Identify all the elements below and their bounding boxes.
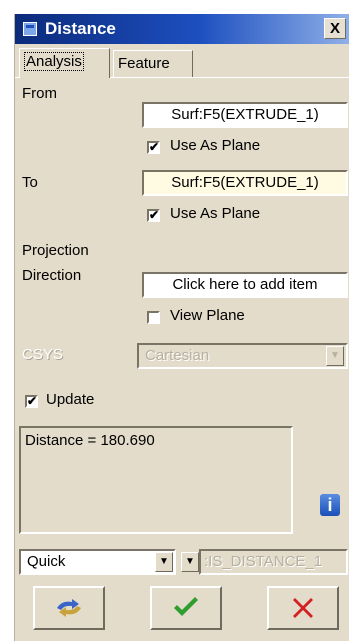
projection-label: Projection [22, 242, 89, 259]
mode-dropdown-button[interactable]: ▼ [155, 552, 173, 572]
to-label: To [22, 174, 38, 191]
view-plane-label: View Plane [170, 307, 245, 324]
mode-select[interactable]: Quick [19, 549, 176, 575]
result-box: Distance = 180.690 [19, 426, 293, 534]
name-dropdown-button[interactable]: ▼ [181, 552, 199, 572]
from-use-as-plane-checkbox[interactable]: ✔ [147, 141, 160, 154]
cancel-button[interactable] [267, 586, 339, 630]
repeat-icon [57, 599, 81, 617]
window-title: Distance [45, 19, 116, 38]
csys-select[interactable]: Cartesian [137, 343, 348, 369]
repeat-button[interactable] [33, 586, 105, 630]
from-reference-field[interactable]: Surf:F5(EXTRUDE_1) [142, 102, 348, 128]
window-icon [23, 22, 37, 36]
tab-analysis-label: Analysis [24, 52, 84, 71]
title-bar[interactable]: Distance X [15, 14, 349, 44]
tab-feature[interactable]: Feature [113, 50, 193, 78]
close-button[interactable]: X [324, 18, 346, 39]
direction-label: Direction [22, 267, 82, 284]
csys-label: CSYS [22, 346, 63, 363]
checkmark-icon [174, 597, 198, 616]
csys-dropdown-button[interactable]: ▼ [326, 346, 344, 366]
tab-analysis[interactable]: Analysis [19, 48, 110, 78]
info-icon[interactable]: i [320, 494, 340, 516]
projection-direction-field[interactable]: Click here to add item [142, 272, 348, 298]
from-use-as-plane-label: Use As Plane [170, 137, 261, 154]
analysis-name-field[interactable]: :IS_DISTANCE_1 [199, 549, 348, 575]
from-label: From [22, 85, 57, 102]
to-use-as-plane-checkbox[interactable]: ✔ [147, 209, 160, 222]
to-reference-field[interactable]: Surf:F5(EXTRUDE_1) [142, 170, 348, 196]
view-plane-checkbox[interactable] [147, 311, 160, 324]
update-label: Update [46, 391, 95, 408]
distance-dialog: Distance X Analysis Feature From Surf:F5… [14, 14, 349, 641]
update-checkbox[interactable]: ✔ [25, 395, 38, 408]
cross-icon [293, 598, 313, 618]
distance-result: Distance = 180.690 [25, 432, 155, 449]
ok-button[interactable] [150, 586, 222, 630]
to-use-as-plane-label: Use As Plane [170, 205, 261, 222]
